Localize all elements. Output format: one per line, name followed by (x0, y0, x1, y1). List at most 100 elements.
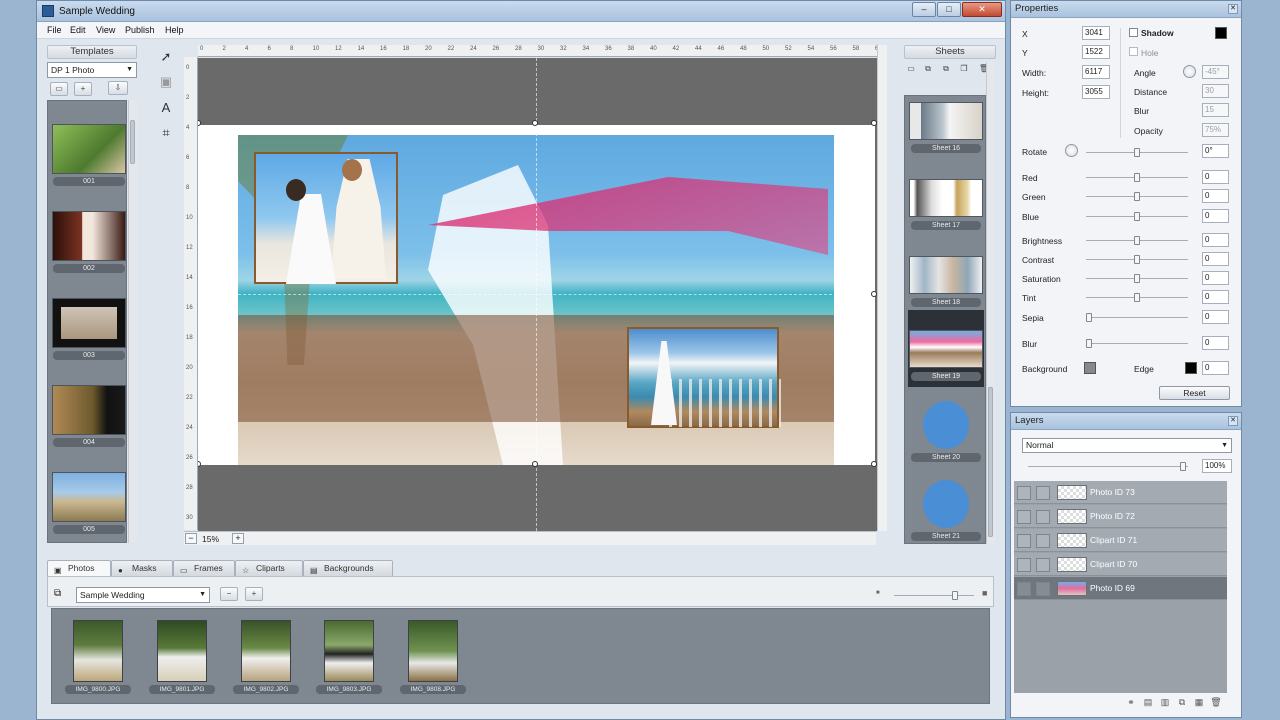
blur-input[interactable]: 0 (1202, 336, 1229, 350)
menu-help[interactable]: Help (165, 25, 184, 35)
scroll-thumb[interactable] (988, 387, 993, 537)
layer-lock-toggle[interactable] (1036, 582, 1050, 596)
rotate-slider[interactable] (1086, 148, 1188, 157)
open-folder-button[interactable]: ▭ (50, 82, 68, 96)
x-input[interactable]: 3041 (1082, 26, 1110, 40)
layer-visibility-toggle[interactable] (1017, 510, 1031, 524)
saturation-input[interactable]: 0 (1202, 271, 1229, 285)
layer-row[interactable]: Photo ID 73 (1014, 481, 1227, 504)
sheets-scrollbar[interactable] (986, 62, 995, 544)
distance-input[interactable]: 30 (1202, 84, 1229, 98)
photo-couple[interactable] (254, 152, 398, 284)
slider-knob[interactable] (1086, 339, 1092, 348)
slider-knob[interactable] (1134, 293, 1140, 302)
mask-tool[interactable]: ▣ (156, 73, 176, 91)
layer-opacity-slider[interactable] (1028, 462, 1188, 471)
edge-color-swatch[interactable] (1185, 362, 1197, 374)
layer-row[interactable]: Photo ID 72 (1014, 505, 1227, 528)
layer-merge-icon[interactable]: ▦ (1193, 696, 1205, 708)
resize-handle-bottom[interactable] (532, 461, 538, 467)
menu-file[interactable]: File (47, 25, 62, 35)
link-icon[interactable]: ⚭ (1125, 696, 1137, 708)
tab-cliparts[interactable]: ☆ Cliparts (235, 560, 303, 576)
reset-button[interactable]: Reset (1159, 386, 1230, 400)
tab-backgrounds[interactable]: ▤ Backgrounds (303, 560, 393, 576)
sheet-item[interactable]: Sheet 20 (908, 391, 984, 464)
photo-bride-pier[interactable] (627, 327, 781, 428)
sepia-input[interactable]: 0 (1202, 310, 1229, 324)
minimize-button[interactable]: – (912, 2, 936, 17)
sheet-item[interactable]: Sheet 18 (908, 252, 984, 309)
sheet-copy-button[interactable]: ❐ (958, 63, 970, 77)
template-item[interactable]: 003 (52, 298, 126, 360)
tint-input[interactable]: 0 (1202, 290, 1229, 304)
blur-slider[interactable] (1086, 339, 1188, 348)
close-button[interactable]: ✕ (962, 2, 1002, 17)
layer-row-selected[interactable]: Photo ID 69 (1014, 577, 1227, 600)
photo-thumbnail[interactable]: IMG_9801.JPG (149, 620, 215, 694)
height-input[interactable]: 3055 (1082, 85, 1110, 99)
red-slider[interactable] (1086, 173, 1188, 182)
canvas-workspace[interactable] (198, 58, 877, 531)
layer-group-icon[interactable]: ⧉ (1176, 696, 1188, 708)
slider-knob[interactable] (1134, 173, 1140, 182)
contrast-input[interactable]: 0 (1202, 252, 1229, 266)
sheet-item[interactable]: Sheet 17 (908, 175, 984, 232)
photo-thumbnail[interactable]: IMG_9800.JPG (65, 620, 131, 694)
tab-masks[interactable]: ● Masks (111, 560, 173, 576)
slider-knob[interactable] (1134, 192, 1140, 201)
angle-input[interactable]: -45° (1202, 65, 1229, 79)
layer-opacity-input[interactable]: 100% (1202, 459, 1232, 473)
layer-lock-toggle[interactable] (1036, 534, 1050, 548)
template-item[interactable]: 002 (52, 211, 126, 273)
sheet-item-selected[interactable]: Sheet 19 (908, 310, 984, 387)
tab-photos[interactable]: ▣ Photos (47, 560, 111, 576)
workspace-horizontal-scrollbar[interactable] (248, 535, 868, 542)
shadow-color-swatch[interactable] (1215, 27, 1227, 39)
layer-visibility-toggle[interactable] (1017, 558, 1031, 572)
blue-input[interactable]: 0 (1202, 209, 1229, 223)
maximize-button[interactable]: □ (937, 2, 961, 17)
resize-handle-top[interactable] (532, 120, 538, 126)
slider-knob[interactable] (1086, 313, 1092, 322)
green-slider[interactable] (1086, 192, 1188, 201)
add-template-button[interactable]: + (74, 82, 92, 96)
crop-tool[interactable]: ⌗ (156, 124, 176, 142)
template-scrollbar[interactable] (128, 100, 137, 543)
layer-visibility-toggle[interactable] (1017, 582, 1031, 596)
template-item[interactable]: 001 (52, 124, 126, 186)
shadow-checkbox[interactable] (1129, 28, 1138, 37)
menu-edit[interactable]: Edit (70, 25, 86, 35)
blend-mode-select[interactable]: Normal ▼ (1022, 438, 1232, 453)
template-item[interactable]: 005 (52, 472, 126, 534)
layer-row[interactable]: Clipart ID 71 (1014, 529, 1227, 552)
slider-knob[interactable] (1134, 148, 1140, 157)
sheet-item[interactable]: Sheet 16 (908, 98, 984, 155)
tab-frames[interactable]: ▭ Frames (173, 560, 235, 576)
menu-publish[interactable]: Publish (125, 25, 155, 35)
slider-knob[interactable] (1134, 255, 1140, 264)
slider-knob[interactable] (1134, 212, 1140, 221)
saturation-slider[interactable] (1086, 274, 1188, 283)
photo-thumbnail[interactable]: IMG_9808.JPG (400, 620, 466, 694)
layer-up-icon[interactable]: ▤ (1142, 696, 1154, 708)
brightness-slider[interactable] (1086, 236, 1188, 245)
menu-view[interactable]: View (96, 25, 115, 35)
add-album-button[interactable]: + (245, 587, 263, 601)
tint-slider[interactable] (1086, 293, 1188, 302)
sheet-add-button[interactable]: ▭ (905, 63, 917, 77)
edge-input[interactable]: 0 (1202, 361, 1229, 375)
properties-close-button[interactable]: ✕ (1228, 4, 1238, 14)
layer-lock-toggle[interactable] (1036, 558, 1050, 572)
remove-album-button[interactable]: − (220, 587, 238, 601)
green-input[interactable]: 0 (1202, 189, 1229, 203)
angle-dial[interactable] (1183, 65, 1196, 78)
layer-down-icon[interactable]: ▥ (1159, 696, 1171, 708)
text-tool[interactable]: A (156, 99, 176, 117)
trash-icon[interactable]: 🗑 (1210, 696, 1222, 708)
photo-thumbnail[interactable]: IMG_9802.JPG (233, 620, 299, 694)
layers-close-button[interactable]: ✕ (1228, 416, 1238, 426)
workspace-vertical-scrollbar[interactable] (877, 45, 887, 531)
width-input[interactable]: 6117 (1082, 65, 1110, 79)
select-tool[interactable]: ➚ (156, 48, 176, 66)
